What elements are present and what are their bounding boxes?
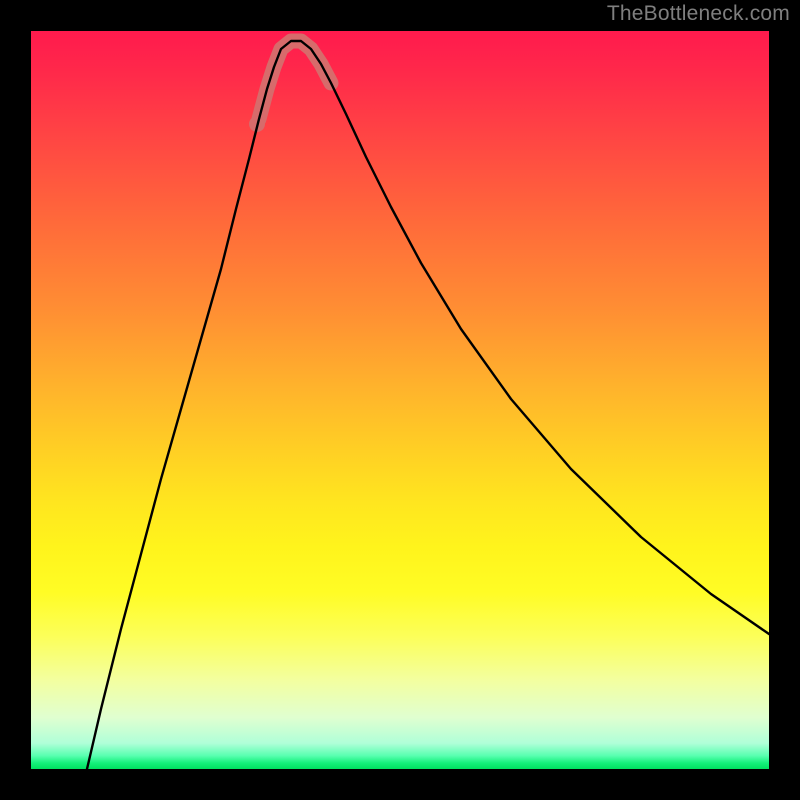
bottleneck-curve <box>87 41 769 769</box>
curve-layer <box>31 31 769 769</box>
chart-frame: TheBottleneck.com <box>0 0 800 800</box>
plot-area <box>31 31 769 769</box>
watermark-text: TheBottleneck.com <box>607 2 790 26</box>
